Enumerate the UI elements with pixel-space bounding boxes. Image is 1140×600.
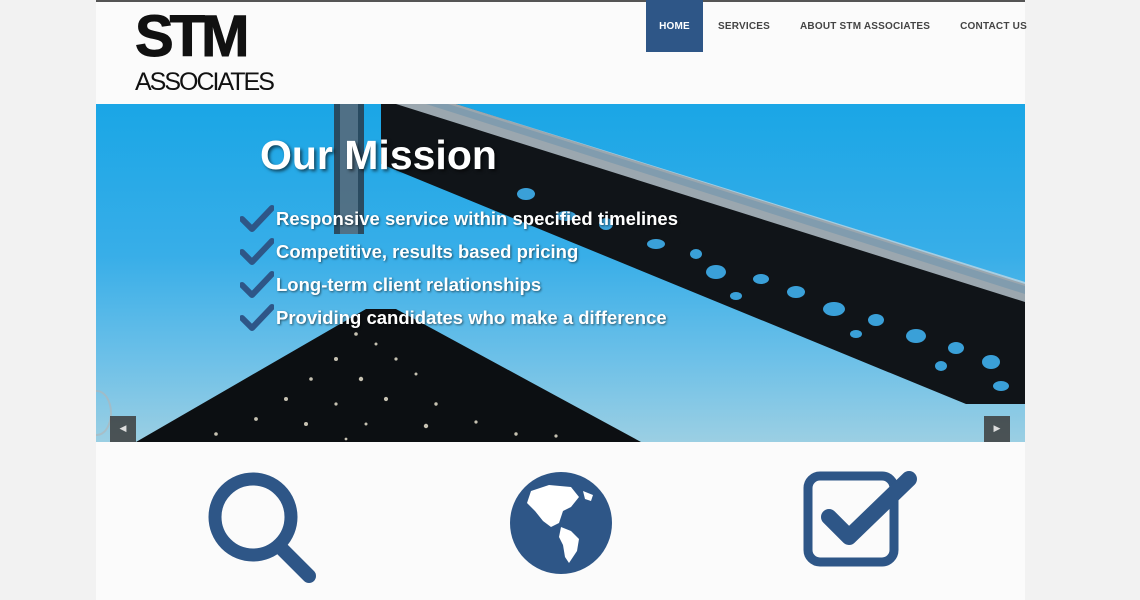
nav-home[interactable]: HOME	[646, 0, 703, 52]
checkmark-icon	[240, 204, 274, 232]
checkbox-icon[interactable]	[803, 471, 919, 567]
mission-list: Responsive service within specified time…	[240, 202, 678, 334]
slider-prev-button[interactable]: ◀	[110, 416, 136, 442]
checkmark-icon	[240, 237, 274, 265]
main-nav: HOME SERVICES ABOUT STM ASSOCIATES CONTA…	[646, 0, 1042, 52]
mission-item: Long-term client relationships	[240, 268, 678, 301]
nav-services[interactable]: SERVICES	[703, 0, 785, 52]
hero-title: Our Mission	[260, 132, 497, 178]
nav-contact[interactable]: CONTACT US	[945, 0, 1042, 52]
logo-wordmark: ASSOCIATES	[135, 68, 275, 96]
checkmark-icon	[240, 270, 274, 298]
globe-icon[interactable]	[509, 471, 613, 575]
mission-text: Responsive service within specified time…	[276, 207, 679, 229]
checkmark-icon	[240, 303, 274, 331]
search-icon[interactable]	[203, 470, 319, 586]
mission-item: Competitive, results based pricing	[240, 235, 678, 268]
nav-about[interactable]: ABOUT STM ASSOCIATES	[785, 0, 945, 52]
stm-logo[interactable]: STM ASSOCIATES	[134, 4, 274, 98]
mission-text: Competitive, results based pricing	[276, 240, 579, 262]
mission-item: Providing candidates who make a differen…	[240, 301, 678, 334]
chevron-right-icon: ▶	[993, 424, 1001, 434]
mission-text: Long-term client relationships	[276, 273, 542, 295]
slider-next-button[interactable]: ▶	[984, 416, 1010, 442]
logo-mark: STM	[134, 4, 249, 69]
mission-text: Providing candidates who make a differen…	[276, 306, 667, 328]
chevron-left-icon: ◀	[119, 424, 127, 434]
hero-slider: Our Mission Responsive service within sp…	[96, 104, 1025, 442]
mission-item: Responsive service within specified time…	[240, 202, 678, 235]
